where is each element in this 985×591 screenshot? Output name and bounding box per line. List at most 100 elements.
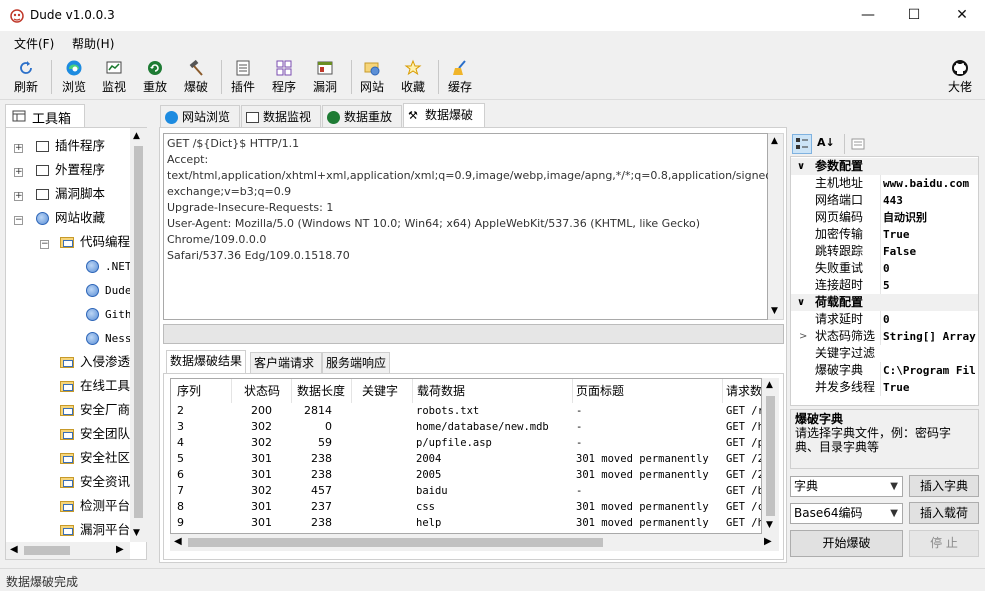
stop-button[interactable]: 停 止: [909, 530, 979, 557]
encoding-select[interactable]: Base64编码 ▼: [790, 503, 903, 524]
property-row[interactable]: 并发多线程 True: [791, 379, 978, 396]
tree-item-teams[interactable]: 安全团队: [60, 423, 130, 445]
start-brute-button[interactable]: 开始爆破: [790, 530, 903, 557]
table-row[interactable]: 4 302 59 p/upfile.asp - GET /p: [171, 435, 761, 451]
tab-web-browse[interactable]: 网站浏览: [160, 105, 240, 128]
scroll-up-arrow[interactable]: ▲: [771, 136, 778, 146]
refresh-button[interactable]: 刷新: [12, 57, 40, 97]
property-row[interactable]: 连接超时 5: [791, 277, 978, 294]
vuln-button[interactable]: 漏洞: [311, 57, 339, 97]
tree-item-online-tools[interactable]: 在线工具: [60, 375, 130, 397]
maximize-button[interactable]: ☐: [891, 0, 937, 31]
tree-item-scripts[interactable]: 漏洞脚本: [36, 183, 105, 205]
scroll-down-arrow[interactable]: ▼: [766, 520, 773, 530]
property-value[interactable]: False: [880, 243, 978, 260]
tree-item-plugins[interactable]: 插件程序: [36, 135, 105, 157]
tree-item-detect[interactable]: 检测平台: [60, 495, 130, 517]
property-value[interactable]: www.baidu.com: [880, 175, 978, 192]
tree-vertical-scrollbar[interactable]: ▲ ▼: [130, 128, 147, 542]
property-value[interactable]: 0: [880, 311, 978, 328]
tab-data-replay[interactable]: 数据重放: [322, 105, 402, 128]
col-header-title[interactable]: 页面标题: [573, 379, 723, 403]
website-button[interactable]: 网站: [358, 57, 386, 97]
tree-item-favorites[interactable]: 网站收藏: [36, 207, 105, 229]
scroll-thumb[interactable]: [134, 146, 143, 518]
alphabetical-view-button[interactable]: A↓: [815, 134, 835, 154]
tree-horizontal-scrollbar[interactable]: ◀ ▶: [6, 542, 130, 559]
scroll-down-arrow[interactable]: ▼: [133, 528, 140, 538]
favorite-button[interactable]: 收藏: [399, 57, 427, 97]
property-value[interactable]: 0: [880, 260, 978, 277]
categorized-view-button[interactable]: [792, 134, 812, 154]
collapse-toggle[interactable]: −: [40, 240, 49, 249]
tab-data-monitor[interactable]: 数据监视: [241, 105, 321, 128]
col-header-status[interactable]: 状态码: [232, 379, 292, 403]
scroll-thumb[interactable]: [188, 538, 603, 547]
expand-toggle[interactable]: +: [14, 192, 23, 201]
property-row[interactable]: 失败重试 0: [791, 260, 978, 277]
request-editor[interactable]: GET /${Dict}$ HTTP/1.1 Accept: text/html…: [163, 133, 776, 320]
tab-server-response[interactable]: 服务端响应: [322, 352, 390, 374]
table-row[interactable]: 8 301 237 css 301 moved permanently GET /c: [171, 499, 761, 515]
toolbox-tab[interactable]: 工具箱: [5, 104, 85, 128]
property-pages-button[interactable]: [848, 134, 868, 154]
results-horizontal-scrollbar[interactable]: ◀ ▶: [170, 534, 779, 551]
property-value[interactable]: String[] Array: [880, 328, 978, 345]
table-row[interactable]: 9 301 238 help 301 moved permanently GET /h: [171, 515, 761, 531]
insert-payload-button[interactable]: 插入载荷: [909, 502, 979, 524]
tree-item-vuln-platform[interactable]: 漏洞平台: [60, 519, 130, 541]
category-payload[interactable]: ∨ 荷载配置: [791, 294, 978, 311]
toolbox-tree-panel[interactable]: + 插件程序 + 外置程序 + 漏洞脚本 − 网站收藏 − 代码编程 .NET …: [5, 127, 147, 560]
scroll-right-arrow[interactable]: ▶: [764, 536, 772, 547]
property-value[interactable]: 自动识别: [880, 209, 978, 226]
col-header-seq[interactable]: 序列: [171, 379, 232, 403]
table-row[interactable]: 7 302 457 baidu - GET /b: [171, 483, 761, 499]
property-row[interactable]: 请求延时 0: [791, 311, 978, 328]
table-row[interactable]: 5 301 238 2004 301 moved permanently GET /2: [171, 451, 761, 467]
property-value[interactable]: C:\Program Fil: [880, 362, 978, 379]
tree-item-nessus[interactable]: Ness: [86, 327, 132, 349]
close-button[interactable]: ✕: [939, 0, 985, 31]
scroll-thumb[interactable]: [24, 546, 70, 555]
scroll-up-arrow[interactable]: ▲: [133, 131, 140, 141]
property-row[interactable]: 网页编码 自动识别: [791, 209, 978, 226]
program-button[interactable]: 程序: [270, 57, 298, 97]
tree-item-pentest[interactable]: 入侵渗透: [60, 351, 130, 373]
scroll-down-arrow[interactable]: ▼: [771, 306, 778, 316]
tree-item-news[interactable]: 安全资讯: [60, 471, 130, 493]
cache-button[interactable]: 缓存: [446, 57, 474, 97]
tab-brute-results[interactable]: 数据爆破结果: [166, 350, 246, 374]
monitor-button[interactable]: 监视: [100, 57, 128, 97]
menu-file[interactable]: 文件(F): [14, 35, 54, 52]
tab-data-brute[interactable]: ⚒ 数据爆破: [403, 103, 485, 128]
author-button[interactable]: 大佬: [946, 57, 974, 97]
col-header-length[interactable]: 数据长度: [292, 379, 352, 403]
collapse-toggle[interactable]: −: [14, 216, 23, 225]
expand-toggle[interactable]: +: [14, 168, 23, 177]
chevron-right-icon[interactable]: >: [799, 328, 807, 345]
title-bar[interactable]: [0, 0, 985, 31]
bruteforce-button[interactable]: 爆破: [182, 57, 210, 97]
tree-item-external[interactable]: 外置程序: [36, 159, 105, 181]
table-row[interactable]: 3 302 0 home/database/new.mdb - GET /h: [171, 419, 761, 435]
tree-item-github[interactable]: Gith: [86, 303, 132, 325]
property-row[interactable]: 加密传输 True: [791, 226, 978, 243]
col-header-keyword[interactable]: 关键字: [352, 379, 413, 403]
scroll-up-arrow[interactable]: ▲: [766, 380, 773, 390]
property-row[interactable]: 跳转跟踪 False: [791, 243, 978, 260]
property-value[interactable]: True: [880, 226, 978, 243]
table-row[interactable]: 6 301 238 2005 301 moved permanently GET /2: [171, 467, 761, 483]
tree-item-dotnet[interactable]: .NET: [86, 255, 132, 277]
menu-help[interactable]: 帮助(H): [72, 35, 114, 52]
dictionary-select[interactable]: 字典 ▼: [790, 476, 903, 497]
minimize-button[interactable]: —: [845, 0, 891, 31]
property-value[interactable]: True: [880, 379, 978, 396]
scroll-right-arrow[interactable]: ▶: [116, 544, 124, 555]
property-row[interactable]: 网络端口 443: [791, 192, 978, 209]
property-value[interactable]: 5: [880, 277, 978, 294]
request-scrollbar[interactable]: ▲ ▼: [768, 133, 784, 320]
results-table[interactable]: 序列 状态码 数据长度 关键字 载荷数据 页面标题 请求数 2 200 2814 ro…: [170, 378, 762, 534]
property-row[interactable]: 状态码筛选 String[] Array >: [791, 328, 978, 345]
table-row[interactable]: 2 200 2814 robots.txt - GET /r: [171, 403, 761, 419]
tree-item-vendors[interactable]: 安全厂商: [60, 399, 130, 421]
